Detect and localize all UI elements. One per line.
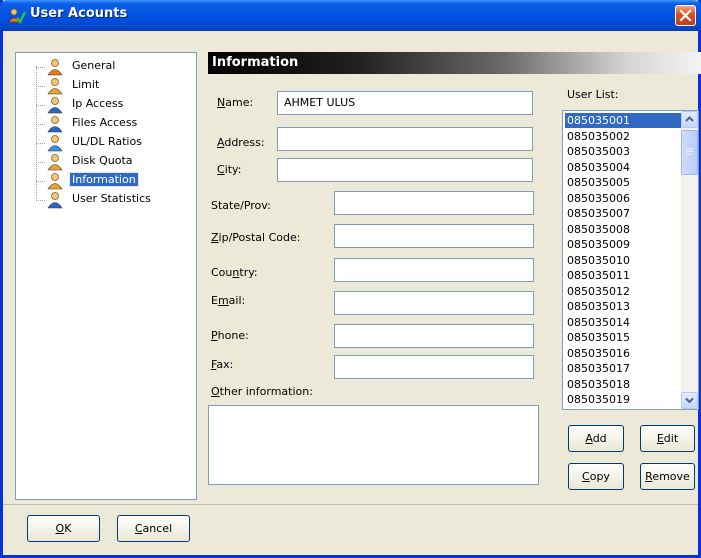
user-list-item[interactable]: 085035018 bbox=[565, 377, 681, 392]
country-field[interactable] bbox=[334, 258, 534, 282]
chevron-up-icon bbox=[685, 116, 694, 122]
user-list-item[interactable]: 085035001 bbox=[565, 113, 681, 128]
user-list-item[interactable]: 085035013 bbox=[565, 299, 681, 314]
user-list-item[interactable]: 085035004 bbox=[565, 160, 681, 175]
user-list-item[interactable]: 085035015 bbox=[565, 330, 681, 345]
scroll-thumb[interactable] bbox=[681, 130, 698, 175]
edit-button[interactable]: Edit bbox=[640, 425, 695, 452]
copy-label: Copy bbox=[582, 470, 610, 483]
email-field[interactable] bbox=[334, 291, 534, 315]
user-list-item[interactable]: 085035017 bbox=[565, 361, 681, 376]
user-list-item[interactable]: 085035011 bbox=[565, 268, 681, 283]
user-list-item[interactable]: 085035016 bbox=[565, 346, 681, 361]
other-info-textarea[interactable] bbox=[208, 405, 539, 485]
scroll-down-button[interactable] bbox=[681, 392, 698, 409]
users-icon bbox=[47, 59, 63, 76]
name-value: AHMET ULUS bbox=[284, 96, 356, 109]
city-label: City: bbox=[217, 163, 242, 176]
user-list[interactable]: 085035001 085035002 085035003 085035004 0850… bbox=[562, 110, 699, 410]
name-label: Name: bbox=[217, 96, 254, 109]
settings-tree: General Limit Ip Access Files Access UL/DL R… bbox=[15, 52, 197, 500]
state-label: State/Prov: bbox=[211, 199, 271, 212]
ok-button[interactable]: OK bbox=[27, 515, 100, 542]
window-title: User Acounts bbox=[30, 6, 128, 21]
tree-item-label: General bbox=[72, 59, 116, 72]
add-button[interactable]: Add bbox=[568, 425, 624, 452]
copy-button[interactable]: Copy bbox=[568, 463, 624, 490]
user-list-item[interactable]: 085035005 bbox=[565, 175, 681, 190]
user-list-item[interactable]: 085035014 bbox=[565, 315, 681, 330]
phone-label: Phone: bbox=[211, 329, 249, 342]
address-field[interactable] bbox=[277, 127, 533, 151]
user-accounts-window: User Acounts General Limit Ip Access Files … bbox=[0, 0, 701, 558]
other-info-label: Other information: bbox=[211, 385, 313, 398]
address-label: Address: bbox=[217, 136, 265, 149]
tree-item-label: UL/DL Ratios bbox=[72, 135, 142, 148]
tree-connector bbox=[36, 124, 45, 125]
user-list-item[interactable]: 085035019 bbox=[565, 392, 681, 407]
email-label: Email: bbox=[211, 294, 246, 307]
chevron-down-icon bbox=[685, 397, 694, 404]
user-list-label: User List: bbox=[567, 88, 619, 101]
remove-button[interactable]: Remove bbox=[640, 463, 695, 490]
user-list-item[interactable]: 085035010 bbox=[565, 253, 681, 268]
user-list-scrollbar[interactable] bbox=[681, 111, 698, 409]
button-strip bbox=[3, 504, 698, 552]
add-label: Add bbox=[585, 432, 607, 445]
user-list-item[interactable]: 085035007 bbox=[565, 206, 681, 221]
tree-connector bbox=[36, 86, 45, 87]
tree-connector bbox=[36, 181, 45, 182]
tree-connector bbox=[36, 200, 45, 201]
cancel-label: Cancel bbox=[134, 522, 173, 535]
user-stats-icon bbox=[47, 192, 63, 209]
name-field[interactable]: AHMET ULUS bbox=[277, 91, 533, 115]
fax-field[interactable] bbox=[334, 355, 534, 379]
fax-label: Fax: bbox=[211, 358, 234, 371]
edit-label: Edit bbox=[656, 432, 679, 445]
users-icon bbox=[8, 8, 26, 25]
ok-label: OK bbox=[55, 522, 72, 535]
city-field[interactable] bbox=[277, 158, 533, 182]
user-list-item[interactable]: 085035003 bbox=[565, 144, 681, 159]
title-bar[interactable]: User Acounts bbox=[0, 0, 701, 31]
zip-field[interactable] bbox=[334, 224, 534, 248]
state-field[interactable] bbox=[334, 191, 534, 215]
tree-item-label: Information bbox=[69, 172, 139, 187]
section-header: Information bbox=[208, 52, 701, 74]
tree-connector bbox=[36, 67, 45, 68]
user-info-icon bbox=[47, 173, 63, 190]
user-list-item[interactable]: 085035006 bbox=[565, 191, 681, 206]
tree-connector bbox=[36, 143, 45, 144]
user-list-item[interactable]: 085035009 bbox=[565, 237, 681, 252]
tree-connector bbox=[36, 105, 45, 106]
phone-field[interactable] bbox=[334, 324, 534, 348]
tree-item-label: Ip Access bbox=[72, 97, 124, 110]
user-list-item[interactable]: 085035012 bbox=[565, 284, 681, 299]
tree-connector bbox=[36, 162, 45, 163]
remove-label: Remove bbox=[645, 470, 690, 483]
user-files-icon bbox=[47, 116, 63, 133]
tree-item-label: Disk Quota bbox=[72, 154, 133, 167]
user-list-item[interactable]: 085035002 bbox=[565, 129, 681, 144]
grip-icon bbox=[686, 148, 693, 155]
section-title: Information bbox=[212, 55, 299, 70]
cancel-button[interactable]: Cancel bbox=[117, 515, 190, 542]
user-network-icon bbox=[47, 97, 63, 114]
document-ratio-icon bbox=[47, 135, 63, 152]
scroll-up-button[interactable] bbox=[681, 111, 698, 128]
user-disk-icon bbox=[47, 154, 63, 171]
user-limit-icon bbox=[47, 78, 63, 95]
close-icon bbox=[679, 9, 692, 22]
tree-item-label: Limit bbox=[72, 78, 100, 91]
close-button[interactable] bbox=[675, 5, 696, 26]
country-label: Country: bbox=[211, 266, 258, 279]
tree-item-label: User Statistics bbox=[72, 192, 151, 205]
user-list-item[interactable]: 085035008 bbox=[565, 222, 681, 237]
zip-label: Zip/Postal Code: bbox=[211, 231, 301, 244]
tree-item-label: Files Access bbox=[72, 116, 138, 129]
